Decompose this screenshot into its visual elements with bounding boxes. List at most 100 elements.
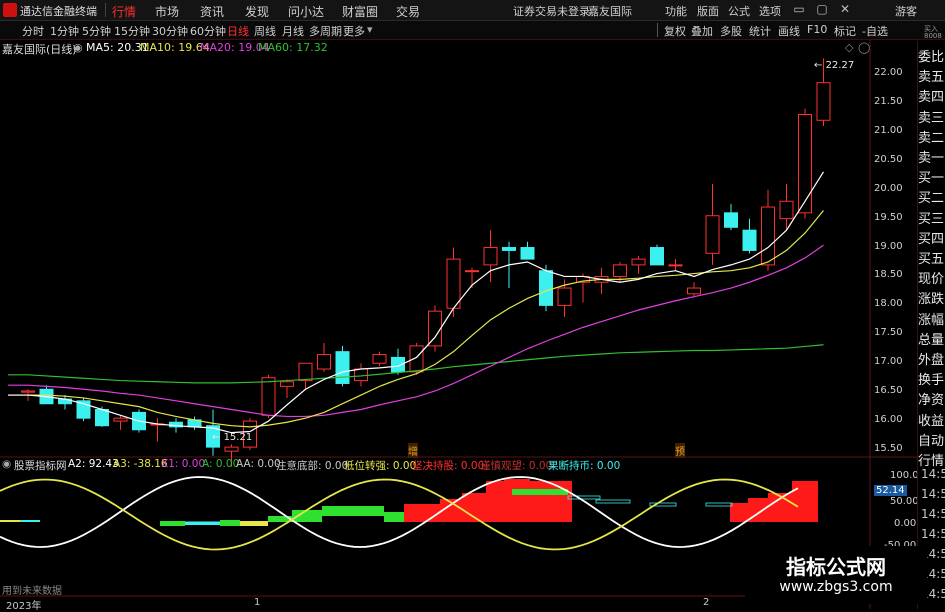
indicator-bar <box>0 520 20 522</box>
price-tick: 21.00 <box>874 124 903 136</box>
candle-body <box>280 381 294 387</box>
hold-cash-value: 果断持币: 0.00 <box>548 460 621 472</box>
candle-body <box>354 368 368 382</box>
side-label[interactable]: 自动 <box>918 430 944 449</box>
ind-tick-0: 0.00 <box>894 518 917 529</box>
candle-body <box>224 446 239 452</box>
candle-body <box>705 215 720 254</box>
ma5-line <box>8 171 825 434</box>
candle-body <box>557 287 572 306</box>
hold-firmly-value: 坚决持股: 0.00 <box>412 460 485 472</box>
price-tick: 16.50 <box>874 385 903 397</box>
side-label[interactable]: 涨跌 <box>918 288 944 307</box>
side-label[interactable]: 总量 <box>918 329 944 348</box>
indicator-bar <box>240 521 268 526</box>
side-label[interactable]: 卖五 <box>918 66 944 85</box>
side-label[interactable]: 买一 <box>918 167 944 186</box>
side-label[interactable]: 买三 <box>918 208 944 227</box>
ind-tick-50: 50.00 <box>890 496 919 507</box>
candle-body <box>409 345 424 373</box>
indicator-bar <box>567 495 601 500</box>
indicator-current-value: 52.14 <box>874 485 907 496</box>
indicator-bar <box>322 506 384 516</box>
indicator-bar <box>220 520 240 526</box>
side-label[interactable]: 卖四 <box>918 86 944 105</box>
candle-body <box>298 362 313 382</box>
candle-body <box>520 247 535 260</box>
side-time: 14:5 <box>921 467 945 481</box>
low-label: 15.21 <box>223 432 253 443</box>
candle-body <box>650 247 664 266</box>
candle-body <box>113 417 128 422</box>
candle-body <box>483 247 498 266</box>
price-tick: 17.00 <box>874 356 903 368</box>
candle-body <box>391 356 405 373</box>
high-marker: ← 22.27 <box>814 60 855 71</box>
month-label-1: 1 <box>254 597 261 608</box>
future-data-label: 用到未来数据 <box>2 586 62 597</box>
indicator-bar <box>730 503 748 522</box>
side-label[interactable]: 买四 <box>918 228 944 247</box>
candle-body <box>631 258 646 266</box>
candle-body <box>816 82 831 121</box>
indicator-name: 股票指标网 <box>14 460 67 472</box>
side-time: 14:50 <box>921 527 945 541</box>
price-tick: 18.00 <box>874 298 903 310</box>
month-label-2: 2 <box>703 597 710 608</box>
price-tick: 20.00 <box>874 182 903 194</box>
candle-body <box>724 212 738 228</box>
indicator-bar <box>20 520 40 522</box>
side-label[interactable]: 收益 <box>918 410 944 429</box>
event-marker-1[interactable]: 增 <box>408 443 418 458</box>
indicator-settings-icon[interactable]: ◉ <box>2 458 11 470</box>
indicator-bar <box>705 502 733 507</box>
side-time: 14:50 <box>921 507 945 521</box>
indicator-bar <box>486 481 504 522</box>
cautious-value: 谨慎观望: 0.00 <box>480 460 553 472</box>
indicator-bar <box>504 479 530 522</box>
price-tick: 20.50 <box>874 153 903 165</box>
side-label[interactable]: 外盘 <box>918 349 944 368</box>
candle-body <box>317 354 331 370</box>
side-label[interactable]: 卖三 <box>918 107 944 126</box>
kline-chart[interactable] <box>0 0 945 609</box>
side-time: 14:5 <box>921 487 945 501</box>
side-label[interactable]: 买五 <box>918 248 944 267</box>
candle-body <box>21 390 35 393</box>
side-label[interactable]: 卖一 <box>918 147 944 166</box>
indicator-bar <box>530 481 572 522</box>
candle-body <box>798 113 812 214</box>
candle-body <box>742 229 757 251</box>
candle-body <box>465 270 479 273</box>
candle-body <box>372 354 387 364</box>
a-value: A: 0.00 <box>202 458 240 470</box>
side-label[interactable]: 卖二 <box>918 127 944 146</box>
side-label[interactable]: 涨幅 <box>918 309 944 328</box>
price-tick: 17.50 <box>874 327 903 339</box>
side-small-2: 8008 <box>924 32 942 40</box>
low-strengthen-value: 低位转强: 0.00 <box>344 460 417 472</box>
price-tick: 15.50 <box>874 443 903 454</box>
candle-body <box>668 264 683 267</box>
side-label[interactable]: 换手 <box>918 369 944 388</box>
candle-body <box>613 264 627 277</box>
price-tick: 22.00 <box>874 67 903 78</box>
side-label[interactable]: 净资 <box>918 389 944 408</box>
event-marker-2[interactable]: 预 <box>675 443 685 458</box>
watermark-title: 指标公式网 <box>786 555 886 579</box>
a2-value: A2: 92.43 <box>68 458 119 470</box>
price-tick: 21.50 <box>874 95 903 107</box>
candle-body <box>261 377 276 416</box>
aa-value: AA: 0.00 <box>236 458 281 470</box>
side-label[interactable]: 买二 <box>918 187 944 206</box>
candle-body <box>335 351 350 384</box>
price-tick: 18.50 <box>874 269 903 281</box>
watermark-url: www.zbgs3.com <box>779 579 893 595</box>
candle-body <box>779 200 794 220</box>
price-tick: 16.00 <box>874 414 903 426</box>
ind-tick-100: 100.0 <box>890 470 919 481</box>
side-label[interactable]: 现价 <box>918 268 944 287</box>
candle-body <box>502 247 516 251</box>
high-label: 22.27 <box>825 60 855 71</box>
side-label[interactable]: 委比 <box>918 46 944 65</box>
